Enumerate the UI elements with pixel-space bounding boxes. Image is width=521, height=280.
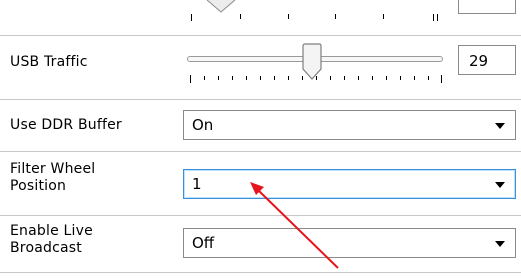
camera-settings-panel: USB Traffic 29 Use DDR Buffer On Filter …: [0, 0, 521, 280]
annotation-arrow-icon: [250, 182, 339, 269]
